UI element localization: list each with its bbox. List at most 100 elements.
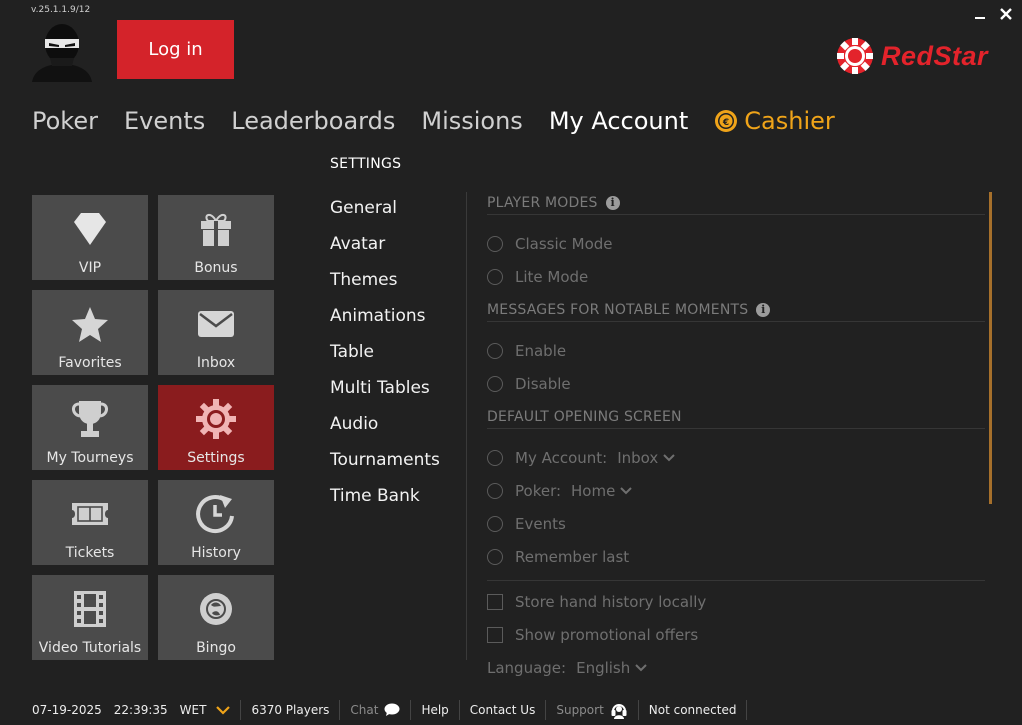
section-divider xyxy=(487,580,985,581)
film-icon xyxy=(74,591,106,627)
chevron-down-icon xyxy=(635,663,647,671)
settings-menu-general[interactable]: General xyxy=(330,196,440,232)
tile-vip[interactable]: VIP xyxy=(32,195,148,280)
minimize-icon xyxy=(975,17,985,19)
info-icon[interactable]: i xyxy=(756,303,771,317)
nav-missions[interactable]: Missions xyxy=(421,107,522,135)
tile-settings[interactable]: Settings xyxy=(158,385,274,470)
main-nav: Poker Events Leaderboards Missions My Ac… xyxy=(32,107,861,135)
settings-menu-themes[interactable]: Themes xyxy=(330,268,440,304)
nav-events[interactable]: Events xyxy=(124,107,205,135)
tile-bingo[interactable]: Bingo xyxy=(158,575,274,660)
radio-events[interactable]: Events xyxy=(487,507,985,540)
tile-label: VIP xyxy=(78,260,102,276)
settings-menu-time-bank[interactable]: Time Bank xyxy=(330,484,440,520)
tile-favorites[interactable]: Favorites xyxy=(32,290,148,375)
settings-menu-table[interactable]: Table xyxy=(330,340,440,376)
status-timezone: WET xyxy=(179,703,207,717)
radio-circle[interactable] xyxy=(487,268,503,285)
player-modes-heading: PLAYER MODES i xyxy=(487,192,985,215)
my-account-dropdown[interactable]: Inbox xyxy=(617,449,675,467)
login-button[interactable]: Log in xyxy=(117,20,234,79)
nav-leaderboards[interactable]: Leaderboards xyxy=(231,107,395,135)
tile-label: My Tourneys xyxy=(46,450,134,466)
timezone-dropdown[interactable] xyxy=(216,705,231,715)
status-chat[interactable]: Chat xyxy=(340,700,412,720)
tile-label: History xyxy=(191,545,241,561)
status-help[interactable]: Help xyxy=(411,700,460,720)
radio-circle[interactable] xyxy=(487,482,503,499)
language-row: Language: English xyxy=(487,651,985,684)
window-controls xyxy=(972,6,1014,22)
radio-disable[interactable]: Disable xyxy=(487,367,985,400)
brand-logo: RedStar xyxy=(835,36,988,76)
option-label: Show promotional offers xyxy=(515,625,699,644)
option-label: Poker: xyxy=(515,481,562,500)
radio-circle[interactable] xyxy=(487,449,503,466)
status-support[interactable]: Support xyxy=(546,700,639,720)
checkbox-box[interactable] xyxy=(487,626,503,643)
status-datetime: 07-19-2025 22:39:35 WET xyxy=(0,700,242,720)
checkbox-store-hand-history[interactable]: Store hand history locally xyxy=(487,585,985,618)
nav-my-account[interactable]: My Account xyxy=(549,107,688,135)
radio-circle[interactable] xyxy=(487,548,503,565)
radio-remember-last[interactable]: Remember last xyxy=(487,540,985,573)
option-label: Classic Mode xyxy=(515,234,613,253)
svg-text:€: € xyxy=(722,118,729,128)
section-title: MESSAGES FOR NOTABLE MOMENTS xyxy=(487,302,749,318)
minimize-button[interactable] xyxy=(972,6,988,22)
tile-inbox[interactable]: Inbox xyxy=(158,290,274,375)
option-label: My Account: xyxy=(515,448,608,467)
envelope-icon xyxy=(198,311,234,337)
close-button[interactable] xyxy=(998,6,1014,22)
radio-lite-mode[interactable]: Lite Mode xyxy=(487,260,985,293)
option-label: Remember last xyxy=(515,547,630,566)
history-icon xyxy=(196,495,234,533)
radio-circle[interactable] xyxy=(487,342,503,359)
tile-bonus[interactable]: Bonus xyxy=(158,195,274,280)
tile-label: Bonus xyxy=(194,260,238,276)
settings-menu-audio[interactable]: Audio xyxy=(330,412,440,448)
radio-my-account[interactable]: My Account: Inbox xyxy=(487,441,985,474)
tile-tickets[interactable]: Tickets xyxy=(32,480,148,565)
settings-scrollbar[interactable] xyxy=(989,192,992,504)
radio-enable[interactable]: Enable xyxy=(487,334,985,367)
checkbox-box[interactable] xyxy=(487,593,503,610)
status-contact-us[interactable]: Contact Us xyxy=(460,700,547,720)
option-label: Store hand history locally xyxy=(515,592,707,611)
nav-cashier[interactable]: € Cashier xyxy=(714,107,835,135)
star-icon xyxy=(72,307,108,342)
settings-menu-animations[interactable]: Animations xyxy=(330,304,440,340)
tile-history[interactable]: History xyxy=(158,480,274,565)
avatar[interactable] xyxy=(32,20,92,82)
tile-video-tutorials[interactable]: Video Tutorials xyxy=(32,575,148,660)
status-players: 6370 Players xyxy=(241,700,341,720)
radio-poker[interactable]: Poker: Home xyxy=(487,474,985,507)
tile-label: Bingo xyxy=(196,640,236,656)
status-connection: Not connected xyxy=(639,700,748,720)
nav-poker[interactable]: Poker xyxy=(32,107,98,135)
tile-my-tourneys[interactable]: My Tourneys xyxy=(32,385,148,470)
settings-menu-tournaments[interactable]: Tournaments xyxy=(330,448,440,484)
cashier-chip-icon: € xyxy=(715,110,738,132)
close-icon xyxy=(1000,8,1012,20)
tile-label: Inbox xyxy=(196,355,236,371)
checkbox-promotional-offers[interactable]: Show promotional offers xyxy=(487,618,985,651)
radio-circle[interactable] xyxy=(487,375,503,392)
trophy-icon xyxy=(72,401,108,437)
settings-menu-avatar[interactable]: Avatar xyxy=(330,232,440,268)
chat-bubble-icon xyxy=(384,703,400,716)
settings-menu: General Avatar Themes Animations Table M… xyxy=(330,196,440,520)
tile-label: Video Tutorials xyxy=(38,640,142,656)
info-icon[interactable]: i xyxy=(605,196,620,210)
language-dropdown[interactable]: English xyxy=(576,659,647,677)
radio-classic-mode[interactable]: Classic Mode xyxy=(487,227,985,260)
settings-menu-multi-tables[interactable]: Multi Tables xyxy=(330,376,440,412)
settings-heading: SETTINGS xyxy=(330,156,402,172)
poker-dropdown[interactable]: Home xyxy=(571,482,633,500)
gift-icon xyxy=(201,214,231,246)
radio-circle[interactable] xyxy=(487,515,503,532)
account-tiles: VIP Bonus Favorites Inbox My Tourneys Se… xyxy=(32,195,276,660)
radio-circle[interactable] xyxy=(487,235,503,252)
status-bar: 07-19-2025 22:39:35 WET 6370 Players Cha… xyxy=(0,697,1022,723)
